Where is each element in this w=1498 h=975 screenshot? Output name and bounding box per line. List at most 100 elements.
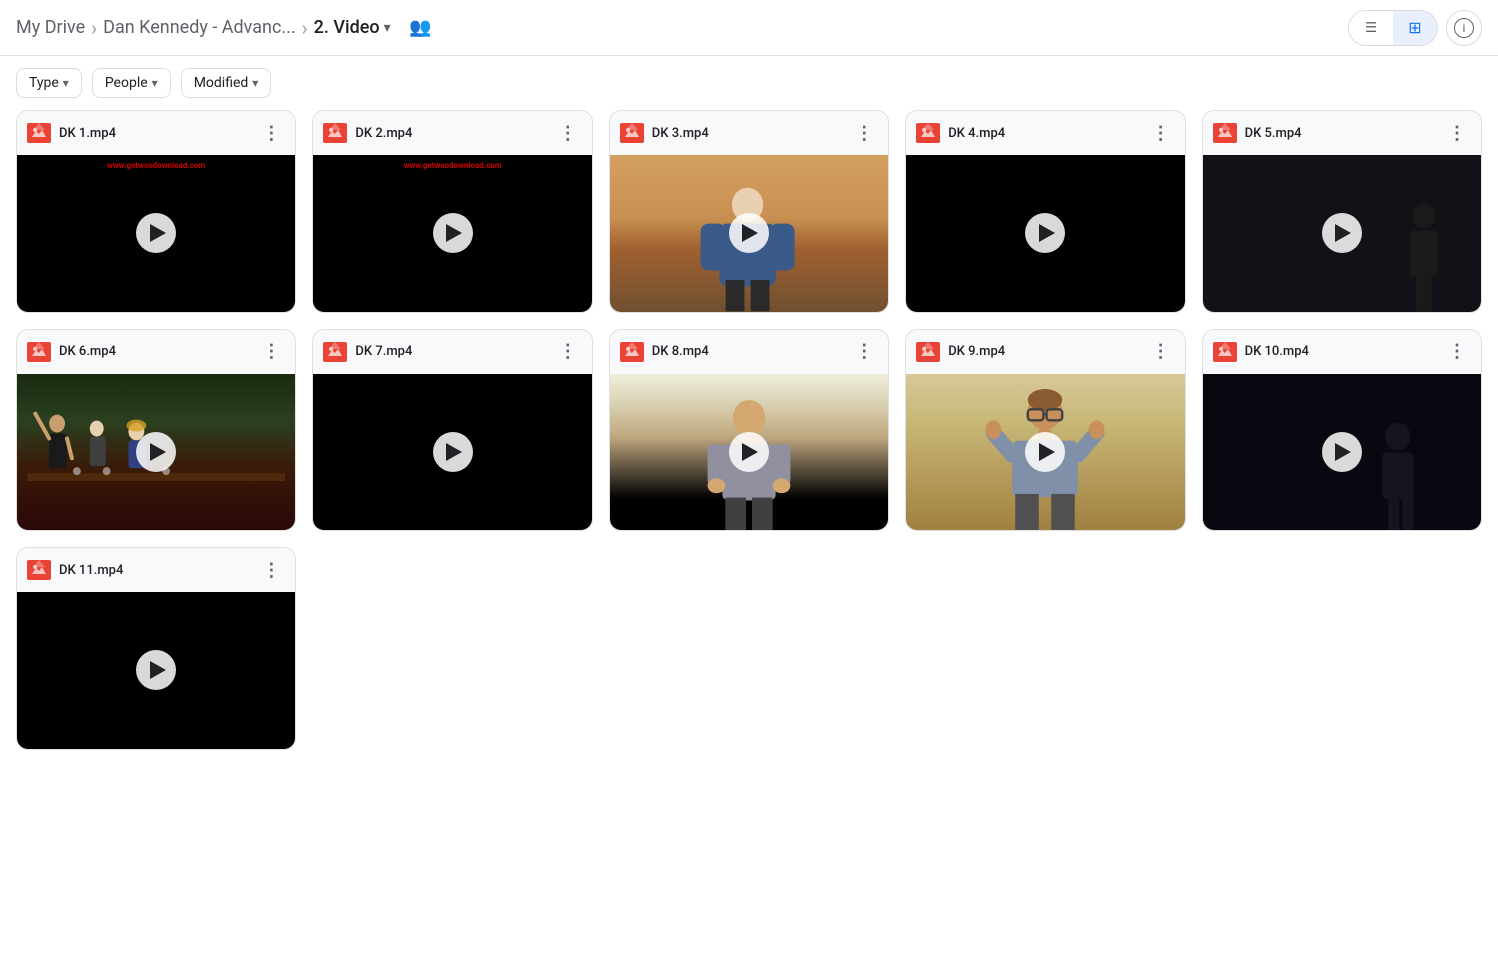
card-header-dk1: DK 1.mp4 ⋮	[17, 111, 295, 155]
filter-modified-label: Modified	[194, 75, 249, 91]
card-thumbnail-dk10[interactable]	[1203, 374, 1481, 531]
header: My Drive › Dan Kennedy - Advanc... › 2. …	[0, 0, 1498, 56]
video-card-dk11[interactable]: DK 11.mp4 ⋮	[16, 547, 296, 750]
filter-bar: Type ▾ People ▾ Modified ▾	[0, 56, 1498, 110]
card-thumbnail-dk4[interactable]	[906, 155, 1184, 312]
card-menu-dk10[interactable]: ⋮	[1443, 338, 1471, 366]
card-title-dk11: DK 11.mp4	[59, 563, 249, 578]
list-view-icon: ☰	[1365, 20, 1377, 36]
video-card-dk8[interactable]: DK 8.mp4 ⋮	[609, 329, 889, 532]
play-button-dk1[interactable]	[136, 213, 176, 253]
video-card-dk5[interactable]: DK 5.mp4 ⋮	[1202, 110, 1482, 313]
breadcrumb-current[interactable]: 2. Video ▾	[314, 17, 391, 38]
video-card-dk3[interactable]: DK 3.mp4 ⋮	[609, 110, 889, 313]
play-triangle-dk10	[1335, 443, 1351, 461]
card-menu-dk6[interactable]: ⋮	[257, 338, 285, 366]
person-silhouette-dk10	[1356, 421, 1440, 531]
file-icon-dk10	[1213, 342, 1237, 362]
breadcrumb-current-label: 2. Video	[314, 17, 380, 38]
breadcrumb-sep2: ›	[302, 16, 308, 40]
breadcrumb: My Drive › Dan Kennedy - Advanc... › 2. …	[16, 10, 1348, 46]
play-button-dk11[interactable]	[136, 650, 176, 690]
file-icon-dk11	[27, 560, 51, 580]
card-header-dk10: DK 10.mp4 ⋮	[1203, 330, 1481, 374]
video-card-dk6[interactable]: DK 6.mp4 ⋮	[16, 329, 296, 532]
video-card-dk10[interactable]: DK 10.mp4 ⋮	[1202, 329, 1482, 532]
play-button-dk2[interactable]	[433, 213, 473, 253]
file-icon-dk5	[1213, 123, 1237, 143]
filter-modified[interactable]: Modified ▾	[181, 68, 272, 98]
video-card-dk9[interactable]: DK 9.mp4 ⋮	[905, 329, 1185, 532]
card-header-dk9: DK 9.mp4 ⋮	[906, 330, 1184, 374]
card-title-dk2: DK 2.mp4	[355, 126, 545, 141]
play-button-dk7[interactable]	[433, 432, 473, 472]
play-button-dk6[interactable]	[136, 432, 176, 472]
video-card-dk1[interactable]: DK 1.mp4 ⋮ www.getwsodownload.com	[16, 110, 296, 313]
play-triangle-dk2	[446, 224, 462, 242]
file-icon-dk6	[27, 342, 51, 362]
play-button-dk5[interactable]	[1322, 213, 1362, 253]
breadcrumb-root[interactable]: My Drive	[16, 17, 85, 38]
card-menu-dk11[interactable]: ⋮	[257, 556, 285, 584]
play-triangle-dk3	[742, 224, 758, 242]
card-title-dk6: DK 6.mp4	[59, 344, 249, 359]
play-triangle-dk6	[150, 443, 166, 461]
filter-people-label: People	[105, 75, 148, 91]
play-button-dk3[interactable]	[729, 213, 769, 253]
card-header-dk2: DK 2.mp4 ⋮	[313, 111, 591, 155]
play-button-dk4[interactable]	[1025, 213, 1065, 253]
card-menu-dk7[interactable]: ⋮	[554, 338, 582, 366]
card-title-dk9: DK 9.mp4	[948, 344, 1138, 359]
card-thumbnail-dk6[interactable]	[17, 374, 295, 531]
shared-people-button[interactable]: 👥	[403, 10, 439, 46]
card-thumbnail-dk9[interactable]	[906, 374, 1184, 531]
card-header-dk4: DK 4.mp4 ⋮	[906, 111, 1184, 155]
video-card-dk4[interactable]: DK 4.mp4 ⋮	[905, 110, 1185, 313]
video-grid: DK 1.mp4 ⋮ www.getwsodownload.com DK 2.m…	[0, 110, 1498, 766]
breadcrumb-folder[interactable]: Dan Kennedy - Advanc...	[103, 17, 296, 38]
video-card-dk2[interactable]: DK 2.mp4 ⋮ www.getwsodownload.com	[312, 110, 592, 313]
card-thumbnail-dk2[interactable]: www.getwsodownload.com	[313, 155, 591, 312]
person-silhouette-dk5	[1389, 202, 1459, 312]
file-icon-dk1	[27, 123, 51, 143]
info-button[interactable]: i	[1446, 10, 1482, 46]
card-thumbnail-dk5[interactable]	[1203, 155, 1481, 312]
card-title-dk7: DK 7.mp4	[355, 344, 545, 359]
filter-people[interactable]: People ▾	[92, 68, 171, 98]
card-thumbnail-dk1[interactable]: www.getwsodownload.com	[17, 155, 295, 312]
card-menu-dk8[interactable]: ⋮	[850, 338, 878, 366]
file-icon-dk3	[620, 123, 644, 143]
play-triangle-dk5	[1335, 224, 1351, 242]
video-card-dk7[interactable]: DK 7.mp4 ⋮	[312, 329, 592, 532]
breadcrumb-dropdown-icon: ▾	[384, 20, 391, 36]
file-icon-dk8	[620, 342, 644, 362]
grid-view-button[interactable]: ⊞	[1393, 10, 1437, 46]
card-header-dk11: DK 11.mp4 ⋮	[17, 548, 295, 592]
play-triangle-dk9	[1039, 443, 1055, 461]
list-view-button[interactable]: ☰	[1349, 10, 1393, 46]
watermark-dk1: www.getwsodownload.com	[17, 161, 295, 170]
card-thumbnail-dk11[interactable]	[17, 592, 295, 749]
file-icon-dk2	[323, 123, 347, 143]
card-menu-dk9[interactable]: ⋮	[1147, 338, 1175, 366]
card-menu-dk1[interactable]: ⋮	[257, 119, 285, 147]
card-thumbnail-dk3[interactable]	[610, 155, 888, 312]
card-header-dk7: DK 7.mp4 ⋮	[313, 330, 591, 374]
card-thumbnail-dk8[interactable]	[610, 374, 888, 531]
card-menu-dk5[interactable]: ⋮	[1443, 119, 1471, 147]
card-menu-dk3[interactable]: ⋮	[850, 119, 878, 147]
play-triangle-dk7	[446, 443, 462, 461]
play-button-dk10[interactable]	[1322, 432, 1362, 472]
card-header-dk5: DK 5.mp4 ⋮	[1203, 111, 1481, 155]
filter-type-label: Type	[29, 75, 59, 91]
card-menu-dk4[interactable]: ⋮	[1147, 119, 1175, 147]
filter-type[interactable]: Type ▾	[16, 68, 82, 98]
info-icon: i	[1454, 18, 1474, 38]
view-toggle: ☰ ⊞	[1348, 10, 1438, 46]
play-triangle-dk11	[150, 661, 166, 679]
card-menu-dk2[interactable]: ⋮	[554, 119, 582, 147]
play-button-dk8[interactable]	[729, 432, 769, 472]
watermark-dk2: www.getwsodownload.com	[313, 161, 591, 170]
play-triangle-dk8	[742, 443, 758, 461]
card-thumbnail-dk7[interactable]	[313, 374, 591, 531]
